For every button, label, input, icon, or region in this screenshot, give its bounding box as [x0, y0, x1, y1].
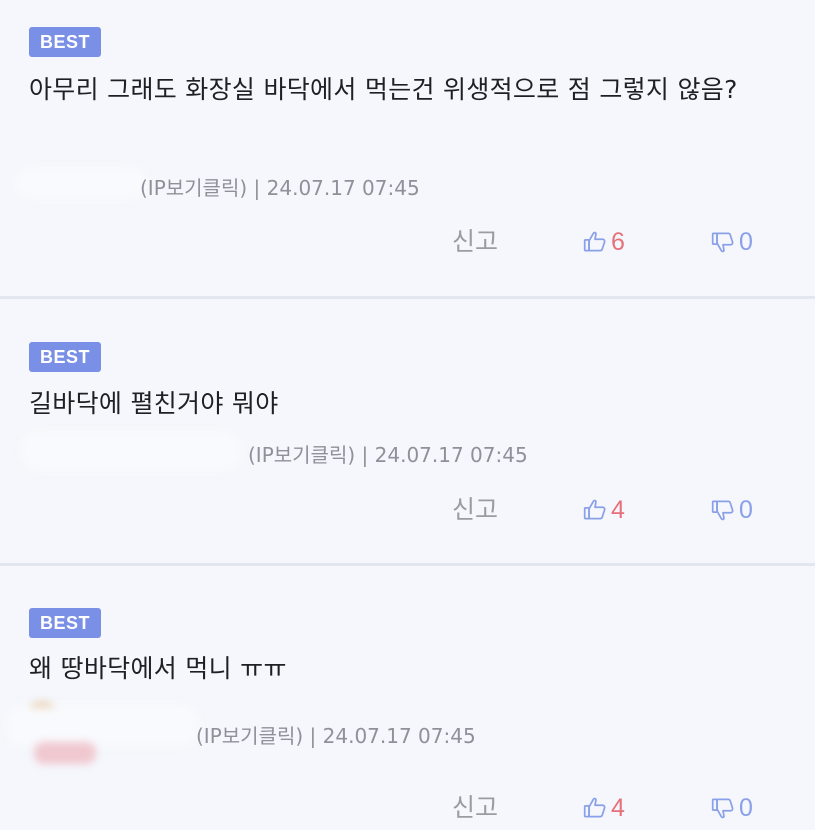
comment-actions: 신고 6 0: [0, 222, 815, 262]
author-name-redacted: [22, 432, 240, 470]
dislike-button[interactable]: 0: [710, 222, 753, 262]
comment-divider: [0, 563, 815, 566]
thumbs-up-icon: [582, 795, 608, 821]
like-button[interactable]: 4: [582, 788, 625, 828]
like-count: 4: [611, 495, 625, 524]
author-level-icon-redacted: [34, 742, 96, 764]
dislike-count: 0: [739, 227, 753, 256]
comment-meta: (IP보기클릭) | 24.07.17 07:45: [196, 723, 476, 749]
meta-separator: |: [309, 724, 317, 748]
report-button[interactable]: 신고: [452, 788, 498, 828]
dislike-count: 0: [739, 793, 753, 822]
comment-actions: 신고 4 0: [0, 788, 815, 828]
like-button[interactable]: 4: [582, 490, 625, 530]
thumbs-down-icon: [710, 229, 736, 255]
thumbs-down-icon: [710, 795, 736, 821]
dislike-count: 0: [739, 495, 753, 524]
ip-view-link[interactable]: (IP보기클릭): [248, 443, 355, 467]
dislike-button[interactable]: 0: [710, 490, 753, 530]
best-badge: BEST: [29, 342, 101, 372]
comment-meta: (IP보기클릭) | 24.07.17 07:45: [140, 175, 420, 201]
comment-divider: [0, 296, 815, 299]
meta-separator: |: [253, 176, 261, 200]
comment-text: 길바닥에 펼친거야 뭐야: [29, 389, 279, 418]
author-name-redacted: [8, 706, 198, 746]
comment-actions: 신고 4 0: [0, 490, 815, 530]
like-button[interactable]: 6: [582, 222, 625, 262]
comment-datetime: 24.07.17 07:45: [266, 176, 420, 200]
comment-meta: (IP보기클릭) | 24.07.17 07:45: [248, 442, 528, 468]
like-count: 6: [611, 227, 625, 256]
best-badge: BEST: [29, 27, 101, 57]
report-button[interactable]: 신고: [452, 222, 498, 262]
author-name-redacted: [16, 168, 146, 198]
meta-separator: |: [361, 443, 369, 467]
ip-view-link[interactable]: (IP보기클릭): [140, 176, 247, 200]
thumbs-up-icon: [582, 497, 608, 523]
comment-text: 왜 땅바닥에서 먹니 ㅠㅠ: [29, 654, 287, 683]
best-badge: BEST: [29, 608, 101, 638]
comment-datetime: 24.07.17 07:45: [374, 443, 528, 467]
like-count: 4: [611, 793, 625, 822]
thumbs-up-icon: [582, 229, 608, 255]
dislike-button[interactable]: 0: [710, 788, 753, 828]
report-button[interactable]: 신고: [452, 490, 498, 530]
comment-datetime: 24.07.17 07:45: [322, 724, 476, 748]
thumbs-down-icon: [710, 497, 736, 523]
ip-view-link[interactable]: (IP보기클릭): [196, 724, 303, 748]
comment-text: 아무리 그래도 화장실 바닥에서 먹는건 위생적으로 점 그렇지 않음?: [29, 75, 738, 104]
